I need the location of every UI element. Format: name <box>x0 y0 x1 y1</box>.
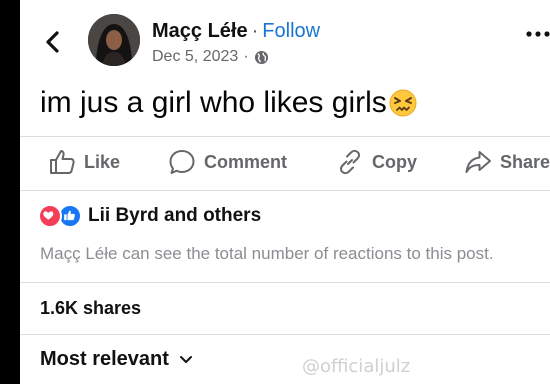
comment-sort-label: Most relevant <box>40 348 169 370</box>
reactions-summary-text: Lii Byrd and others <box>88 205 262 226</box>
more-options-icon[interactable] <box>526 28 550 40</box>
like-label: Like <box>84 151 121 172</box>
watermark: @officialjulz <box>302 356 411 377</box>
reactions-privacy-notice: Maçç Léłe can see the total number of re… <box>40 244 494 263</box>
divider <box>20 136 550 137</box>
globe-icon <box>254 50 268 64</box>
post-header: Maçç Léłe · Follow Dec 5, 2023 · <box>20 8 550 74</box>
divider <box>20 190 550 191</box>
share-arrow-icon <box>465 151 491 173</box>
confounded-face-emoji <box>389 89 417 117</box>
post-text: im jus a girl who likes girls <box>40 86 417 120</box>
post-body: im jus a girl who likes girls <box>40 86 387 119</box>
action-bar: Like Comment Copy Share <box>20 140 550 188</box>
share-button[interactable]: Share <box>464 148 550 176</box>
reactions-summary[interactable]: Lii Byrd and others <box>38 204 261 228</box>
post-date[interactable]: Dec 5, 2023 <box>152 48 238 66</box>
link-icon <box>340 149 360 175</box>
thumbs-up-icon <box>50 150 75 174</box>
chevron-down-icon <box>179 355 192 363</box>
like-button[interactable]: Like <box>48 148 120 176</box>
follow-button[interactable]: Follow <box>262 20 320 42</box>
divider <box>20 334 550 335</box>
share-label: Share <box>500 151 550 172</box>
copy-label: Copy <box>372 151 417 172</box>
comment-button[interactable]: Comment <box>168 148 287 176</box>
meta-separator: · <box>243 48 249 65</box>
love-reaction-icon <box>38 204 62 228</box>
avatar[interactable] <box>88 14 140 66</box>
reaction-icons <box>38 204 82 228</box>
post-card: Maçç Léłe · Follow Dec 5, 2023 · im jus a … <box>20 0 550 384</box>
shares-count[interactable]: 1.6K shares <box>40 298 141 319</box>
post-meta: Dec 5, 2023 · <box>152 48 269 66</box>
comment-label: Comment <box>204 151 288 172</box>
divider <box>20 282 550 283</box>
comment-sort-dropdown[interactable]: Most relevant <box>40 348 193 371</box>
name-separator: · <box>251 20 259 42</box>
copy-button[interactable]: Copy <box>336 148 417 176</box>
comment-bubble-icon <box>169 150 195 174</box>
back-arrow-icon[interactable] <box>42 30 64 54</box>
author-line: Maçç Léłe · Follow <box>152 20 320 43</box>
author-name[interactable]: Maçç Léłe <box>152 20 248 42</box>
